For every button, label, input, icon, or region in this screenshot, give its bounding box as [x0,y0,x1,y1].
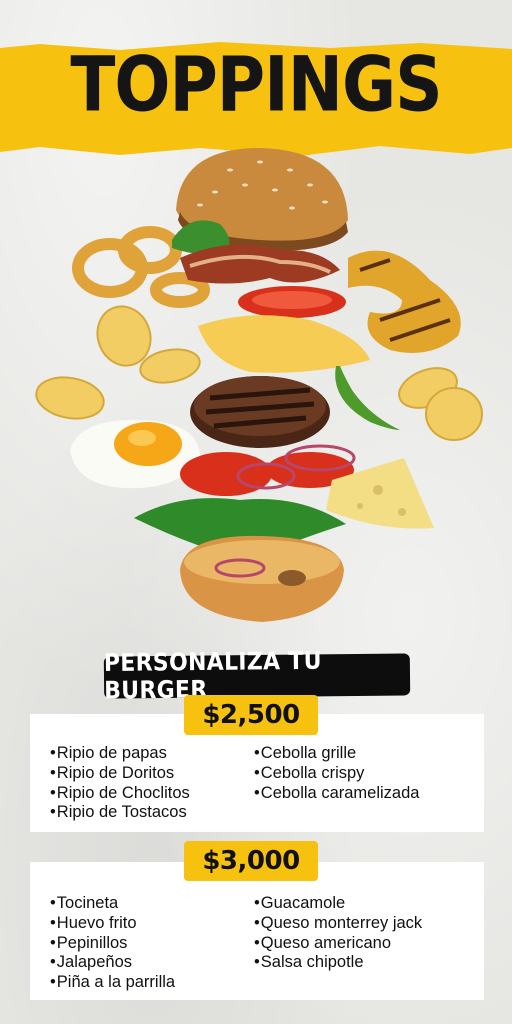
list-item: Ripio de papas [50,744,190,764]
fried-egg-icon [70,419,200,489]
list-item: Huevo frito [50,914,175,934]
list-item: Jalapeños [50,953,175,973]
list-item: Guacamole [254,894,422,914]
list-item: Cebolla grille [254,744,419,764]
list-item: Tocineta [50,894,175,914]
price-badge-1: $2,500 [184,695,318,735]
cheese-slice-icon [198,315,370,373]
grilled-pineapple-icon [348,250,461,353]
list-item: Cebolla caramelizada [254,784,420,804]
list-item: Ripio de Choclitos [50,784,190,804]
tier-2-list-right: Guacamole Queso monterrey jack Queso ame… [254,894,422,973]
bottom-bun-icon [180,535,344,622]
price-badge-2: $3,000 [184,841,318,881]
burger-exploded-icon [35,148,483,622]
personaliza-banner: PERSONALIZA TU BURGER [104,648,411,705]
tier-1-list-left: Ripio de papas Ripio de Doritos Ripio de… [50,744,190,823]
tier-2-list-left: Tocineta Huevo frito Pepinillos Jalapeño… [50,894,175,993]
list-item: Ripio de Doritos [50,764,190,784]
tier-1-list-right: Cebolla grille Cebolla crispy Cebolla ca… [254,744,420,804]
list-item: Queso americano [254,934,422,954]
list-item: Salsa chipotle [254,953,422,973]
page-title: TOPPINGS [70,40,442,129]
jalapeno-icon [335,366,400,430]
tomato-onion-icon [180,444,356,496]
beef-patty-icon [190,376,330,448]
list-item: Cebolla crispy [254,764,419,784]
list-item: Ripio de Tostacos [50,803,190,823]
list-item: Queso monterrey jack [254,914,422,934]
list-item: Piña a la parrilla [50,973,175,993]
list-item: Pepinillos [50,934,175,954]
